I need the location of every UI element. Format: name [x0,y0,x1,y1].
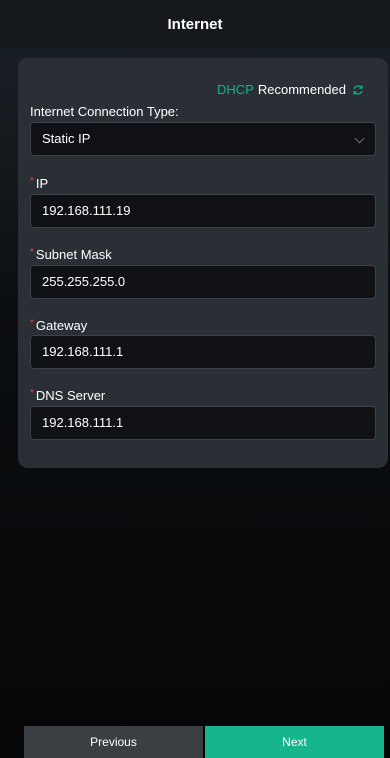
page: Internet DHCP Recommended Internet Conne… [0,0,390,758]
dns-server-input[interactable]: 192.168.111.1 [30,406,376,440]
next-button[interactable]: Next [205,726,384,758]
gateway-input[interactable]: 192.168.111.1 [30,335,376,369]
recommend-protocol: DHCP [217,82,254,97]
page-title: Internet [167,15,223,33]
ip-value: 192.168.111.19 [42,203,131,218]
required-marker: * [30,388,34,399]
header-bar: Internet [0,0,390,48]
gateway-value: 192.168.111.1 [42,344,124,359]
subnet-mask-input[interactable]: 255.255.255.0 [30,265,376,299]
previous-button[interactable]: Previous [24,726,203,758]
refresh-icon[interactable] [352,84,364,96]
recommend-link[interactable]: DHCP Recommended [217,82,364,97]
subnet-mask-label: * Subnet Mask [30,247,112,262]
ip-label: * IP [30,176,49,191]
gateway-label: * Gateway [30,318,88,333]
footer-buttons: Previous Next [24,726,384,758]
settings-card: DHCP Recommended Internet Connection Typ… [18,58,388,468]
recommend-word: Recommended [257,82,346,97]
required-marker: * [30,318,34,329]
dns-server-label: * DNS Server [30,388,106,403]
connection-type-value: Static IP [42,131,91,146]
connection-type-select[interactable]: Static IP [30,122,376,156]
required-marker: * [30,247,34,258]
ip-input[interactable]: 192.168.111.19 [30,194,376,228]
subnet-mask-value: 255.255.255.0 [42,274,126,289]
chevron-down-icon [354,133,365,144]
connection-type-label: Internet Connection Type: [30,104,179,119]
dns-server-value: 192.168.111.1 [42,415,124,430]
required-marker: * [30,176,34,187]
